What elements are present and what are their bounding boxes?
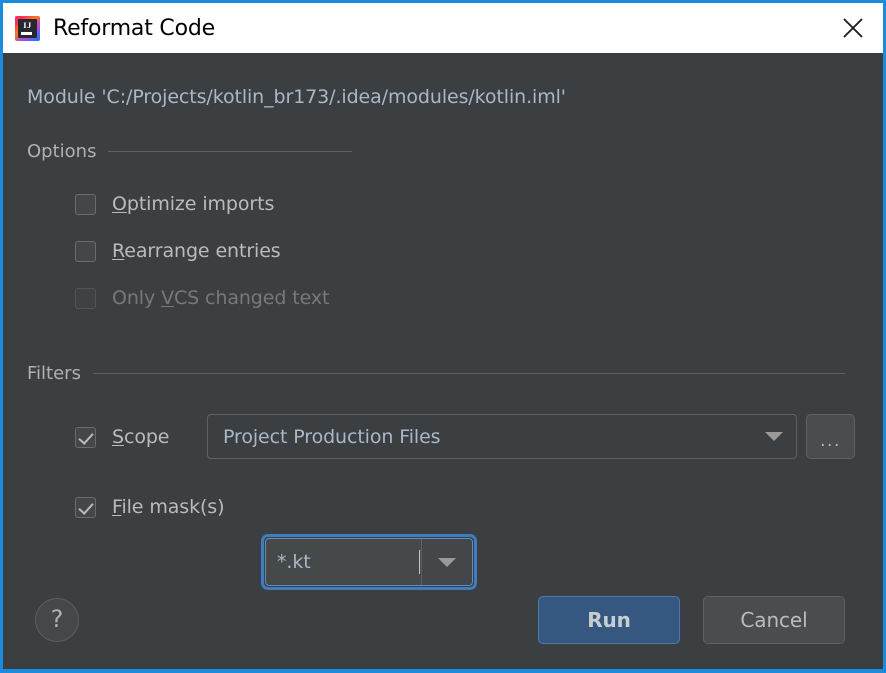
checkbox-box[interactable]	[75, 194, 96, 215]
options-section-header: Options	[27, 141, 352, 162]
close-button[interactable]	[823, 3, 883, 53]
checkbox-scope[interactable]: Scope	[75, 426, 169, 448]
app-icon-underbar	[21, 32, 32, 35]
cancel-button[interactable]: Cancel	[703, 596, 845, 644]
help-question-icon: ?	[51, 607, 64, 631]
checkbox-label: Scope	[112, 426, 169, 448]
filters-section-header: Filters	[27, 363, 845, 384]
module-path-label: Module 'C:/Projects/kotlin_br173/.idea/m…	[27, 86, 566, 108]
checkbox-optimize-imports[interactable]: Optimize imports	[75, 193, 274, 215]
file-mask-combobox[interactable]: *.kt	[261, 534, 477, 590]
checkbox-rearrange-entries[interactable]: Rearrange entries	[75, 240, 281, 262]
ellipsis-icon: ...	[820, 438, 841, 444]
filters-separator	[93, 373, 845, 374]
chevron-down-icon	[438, 558, 456, 567]
app-icon-letters: IJ	[18, 20, 37, 30]
checkbox-label: Only VCS changed text	[112, 287, 329, 309]
checkbox-label: File mask(s)	[112, 496, 224, 518]
help-button[interactable]: ?	[35, 598, 79, 642]
scope-combobox[interactable]: Project Production Files	[207, 414, 797, 459]
checkbox-box	[75, 288, 96, 309]
dialog-content: Module 'C:/Projects/kotlin_br173/.idea/m…	[3, 53, 883, 669]
intellij-idea-icon: IJ	[15, 16, 40, 41]
checkbox-label: Rearrange entries	[112, 240, 281, 262]
chevron-down-icon	[765, 432, 783, 441]
close-icon	[840, 15, 866, 41]
checkbox-label: Optimize imports	[112, 193, 274, 215]
filters-section-label: Filters	[27, 363, 93, 384]
checkbox-box[interactable]	[75, 497, 96, 518]
checkbox-file-mask[interactable]: File mask(s)	[75, 496, 224, 518]
checkbox-box[interactable]	[75, 241, 96, 262]
text-caret	[419, 550, 420, 574]
dialog-title: Reformat Code	[53, 16, 215, 41]
scope-combobox-arrow[interactable]	[752, 432, 796, 441]
dialog-titlebar: IJ Reformat Code	[3, 3, 883, 53]
checkbox-only-vcs-changed-text: Only VCS changed text	[75, 287, 329, 309]
file-mask-combobox-arrow[interactable]	[421, 539, 472, 585]
options-section-label: Options	[27, 141, 108, 162]
file-mask-input[interactable]: *.kt	[266, 539, 419, 585]
reformat-code-dialog: IJ Reformat Code Module 'C:/Projects/kot…	[0, 0, 886, 673]
scope-combobox-value: Project Production Files	[208, 426, 752, 448]
scope-browse-button[interactable]: ...	[806, 414, 855, 459]
checkbox-box[interactable]	[75, 427, 96, 448]
run-button[interactable]: Run	[538, 596, 680, 644]
options-separator	[108, 151, 352, 152]
